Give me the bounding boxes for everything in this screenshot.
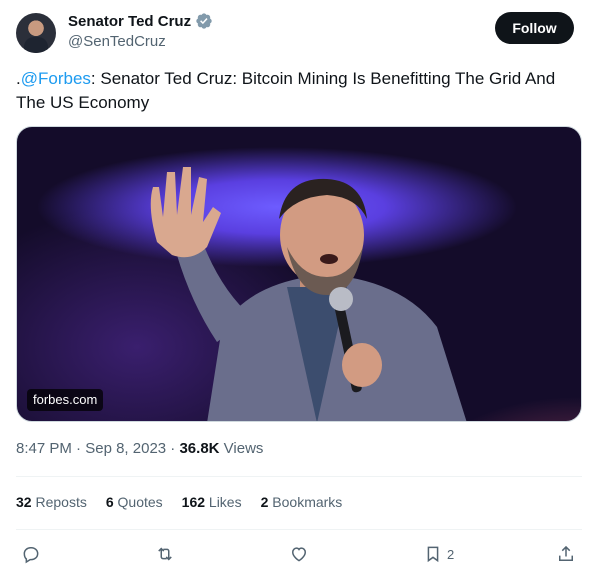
- meta-separator: ·: [76, 440, 82, 457]
- tweet-text: .@Forbes: Senator Ted Cruz: Bitcoin Mini…: [16, 67, 576, 115]
- link-card-image[interactable]: forbes.com: [16, 126, 582, 422]
- bookmarks-stat[interactable]: 2 Bookmarks: [261, 494, 343, 510]
- likes-count: 162: [181, 494, 206, 510]
- like-button[interactable]: [289, 540, 309, 568]
- reposts-stat[interactable]: 32 Reposts: [16, 494, 87, 510]
- tweet-meta: 8:47 PM · Sep 8, 2023 · 36.8K Views: [16, 440, 263, 457]
- quotes-label: Quotes: [117, 494, 163, 510]
- repost-button[interactable]: [155, 540, 175, 568]
- bookmark-button[interactable]: 2: [423, 540, 454, 568]
- divider: [16, 476, 582, 477]
- share-button[interactable]: [556, 540, 576, 568]
- avatar[interactable]: [16, 13, 56, 53]
- reposts-label: Reposts: [35, 494, 87, 510]
- follow-button[interactable]: Follow: [495, 12, 574, 44]
- speaker-photo: [150, 167, 467, 421]
- divider: [16, 529, 582, 530]
- heart-icon: [291, 547, 307, 562]
- engagement-stats: 32 Reposts 6 Quotes 162 Likes 2 Bookmark…: [16, 494, 361, 510]
- bookmark-icon: [427, 546, 439, 563]
- likes-stat[interactable]: 162 Likes: [182, 494, 242, 510]
- bookmarks-label: Bookmarks: [272, 494, 343, 510]
- reposts-count: 32: [16, 494, 32, 510]
- bookmark-count: 2: [447, 546, 455, 562]
- mention-link[interactable]: @Forbes: [21, 69, 91, 88]
- action-bar: 2: [16, 540, 582, 568]
- reply-icon: [23, 547, 39, 564]
- bookmarks-count: 2: [260, 494, 269, 510]
- quotes-stat[interactable]: 6 Quotes: [106, 494, 163, 510]
- tweet-time[interactable]: 8:47 PM: [16, 440, 72, 457]
- views-count: 36.8K: [179, 440, 220, 457]
- views-label: Views: [223, 440, 264, 457]
- link-domain-label: forbes.com: [27, 389, 104, 411]
- author-name-row: Senator Ted Cruz: [68, 12, 213, 30]
- meta-separator: ·: [170, 440, 176, 457]
- author-name[interactable]: Senator Ted Cruz: [68, 13, 191, 30]
- tweet-date[interactable]: Sep 8, 2023: [85, 440, 166, 457]
- verified-badge-icon[interactable]: [195, 12, 213, 30]
- reply-button[interactable]: [21, 540, 41, 568]
- author-handle[interactable]: @SenTedCruz: [68, 33, 166, 50]
- share-icon: [559, 545, 573, 561]
- repost-icon: [158, 547, 172, 561]
- likes-label: Likes: [208, 494, 242, 510]
- quotes-count: 6: [105, 494, 114, 510]
- tweet-body: : Senator Ted Cruz: Bitcoin Mining Is Be…: [16, 69, 556, 112]
